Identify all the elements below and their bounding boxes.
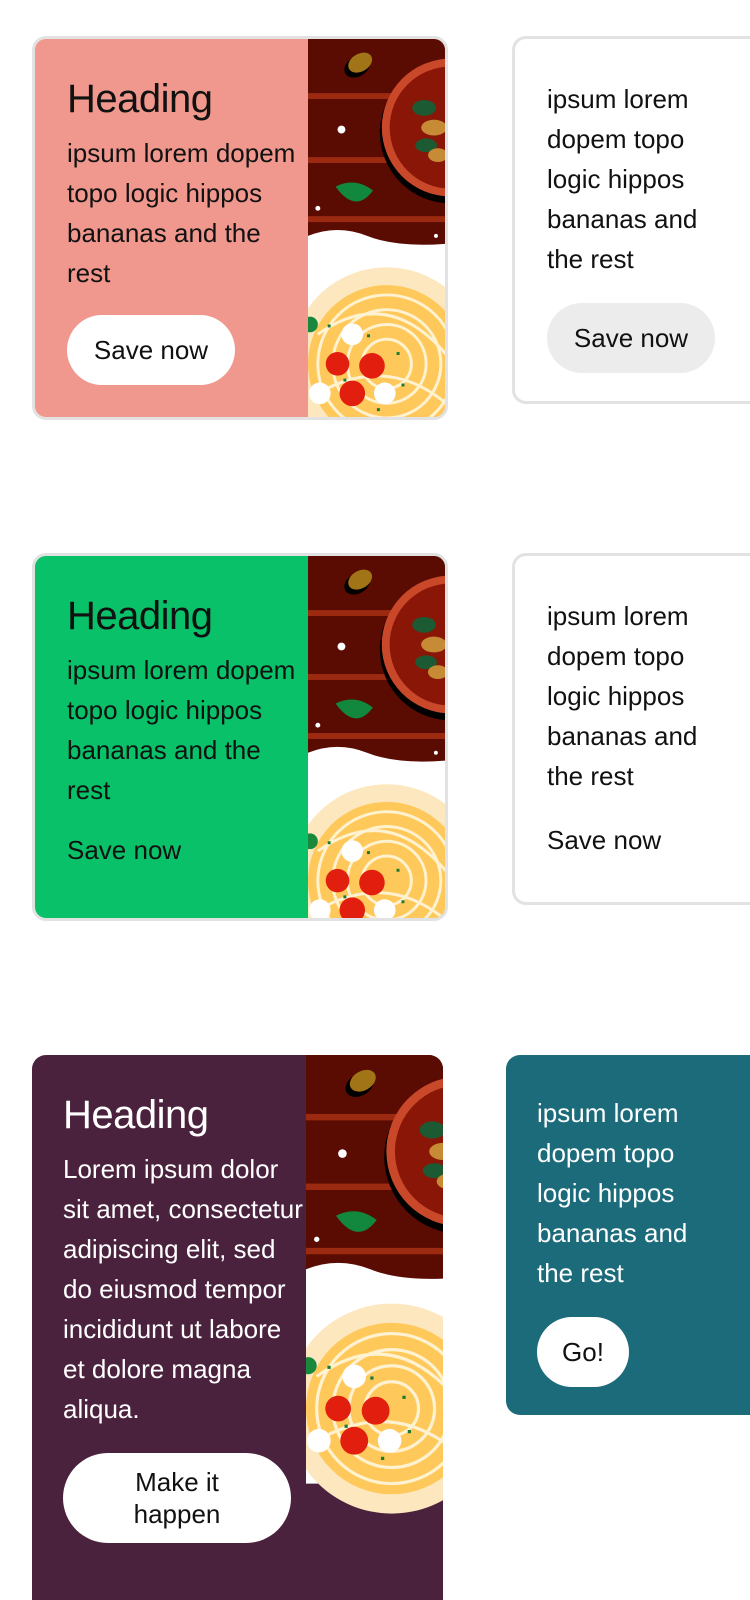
text-card-teal: ipsum lorem dopem topo logic hippos bana…: [506, 1055, 750, 1415]
card-text: Lorem ipsum dolor sit amet, consectetur …: [63, 1154, 303, 1424]
card-heading: Heading: [67, 594, 213, 638]
promo-card-plum: Heading Lorem ipsum dolor sit amet, cons…: [32, 1055, 443, 1600]
promo-card-green: Heading ipsum lorem dopem topo logic hip…: [32, 553, 448, 921]
card-text: ipsum lorem dopem topo logic hippos bana…: [537, 1098, 688, 1288]
go-button[interactable]: Go!: [537, 1317, 629, 1387]
card-text: ipsum lorem dopem topo logic hippos bana…: [547, 601, 698, 791]
pasta-image: [308, 39, 445, 417]
pasta-image: [306, 1055, 443, 1600]
card-text: ipsum lorem dopem topo logic hippos bana…: [67, 655, 296, 805]
make-it-happen-button[interactable]: Make it happen: [63, 1453, 291, 1543]
card-heading: Heading: [67, 77, 213, 121]
promo-card-coral: Heading ipsum lorem dopem topo logic hip…: [32, 36, 448, 420]
text-card-plain: ipsum lorem dopem topo logic hippos bana…: [512, 36, 750, 404]
text-card-plain: ipsum lorem dopem topo logic hippos bana…: [512, 553, 750, 905]
pasta-image: [308, 556, 445, 918]
save-now-button[interactable]: Save now: [67, 315, 235, 385]
save-now-link[interactable]: Save now: [547, 820, 715, 860]
card-heading: Heading: [63, 1093, 209, 1137]
save-now-button[interactable]: Save now: [547, 303, 715, 373]
save-now-link[interactable]: Save now: [67, 830, 311, 870]
card-text: ipsum lorem dopem topo logic hippos bana…: [67, 138, 296, 288]
card-text: ipsum lorem dopem topo logic hippos bana…: [547, 84, 698, 274]
